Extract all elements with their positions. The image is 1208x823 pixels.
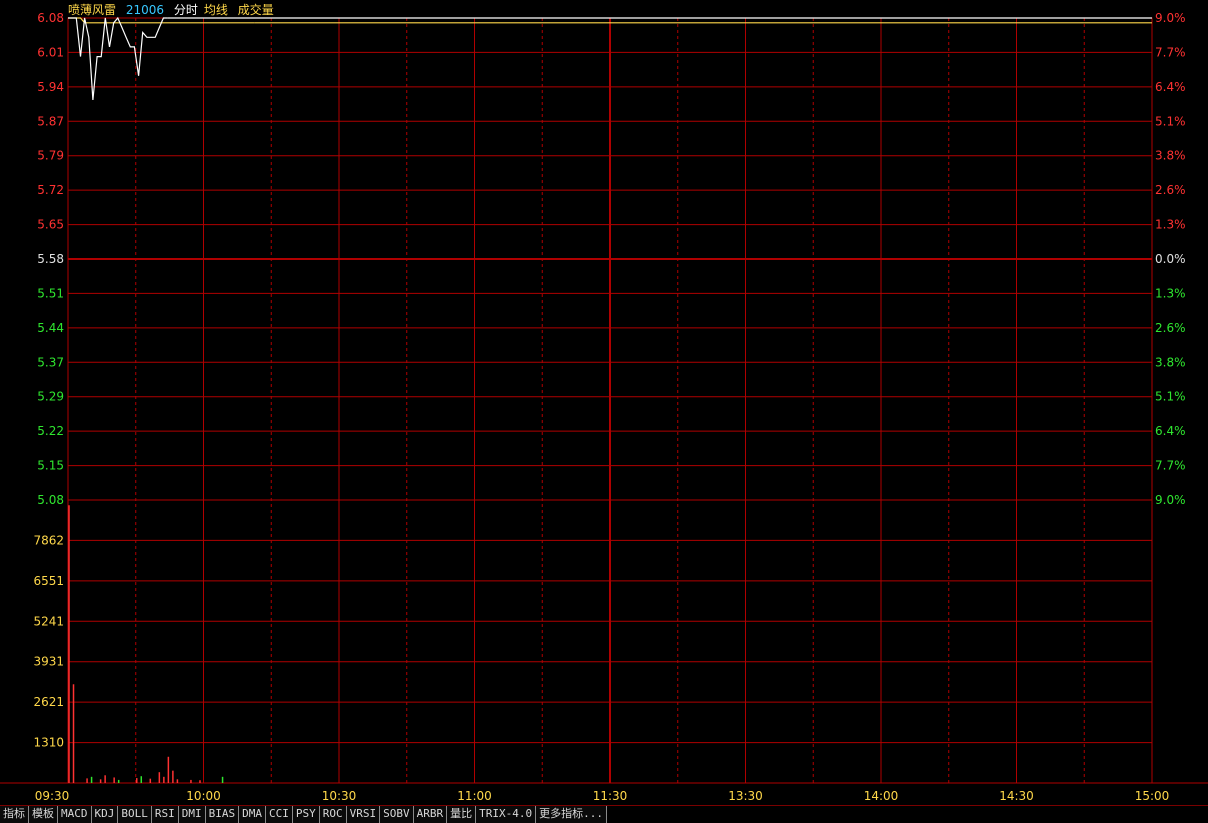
indicator-tab[interactable]: MACD <box>58 806 92 823</box>
volume-tick-label: 3931 <box>33 655 64 669</box>
time-tick-label: 15:00 <box>1135 789 1170 803</box>
percent-tick-label: 7.7% <box>1155 459 1186 473</box>
chart-header: 喷薄风雷 21006 分时 均线 成交量 <box>68 2 280 18</box>
volume-tick-label: 5241 <box>33 614 64 628</box>
price-tick-label: 5.29 <box>37 390 64 404</box>
time-tick-label: 10:00 <box>186 789 221 803</box>
percent-tick-label: 2.6% <box>1155 321 1186 335</box>
volume-tick-label: 1310 <box>33 736 64 750</box>
price-tick-label: 5.58 <box>37 252 64 266</box>
price-tick-label: 6.01 <box>37 45 64 59</box>
percent-tick-label: 9.0% <box>1155 493 1186 507</box>
indicator-tab[interactable]: RSI <box>151 806 179 823</box>
time-tick-label: 09:30 <box>35 789 70 803</box>
percent-tick-label: 5.1% <box>1155 114 1186 128</box>
price-tick-label: 5.79 <box>37 149 64 163</box>
stock-code[interactable]: 21006 <box>126 3 164 17</box>
time-tick-label: 10:30 <box>322 789 357 803</box>
volume-label: 成交量 <box>237 3 274 17</box>
percent-tick-label: 1.3% <box>1155 218 1186 232</box>
price-tick-label: 5.51 <box>37 286 64 300</box>
indicator-tab[interactable]: BOLL <box>118 806 152 823</box>
time-tick-label: 11:30 <box>593 789 628 803</box>
price-tick-label: 5.65 <box>37 218 64 232</box>
price-axis: 6.08 6.01 5.94 5.87 5.79 5.72 5.65 5.58 5.51 5.44… <box>37 11 64 507</box>
time-tick-label: 14:30 <box>999 789 1034 803</box>
percent-tick-label: 2.6% <box>1155 183 1186 197</box>
intraday-chart[interactable]: 6.08 6.01 5.94 5.87 5.79 5.72 5.65 5.58 5.51 5.44… <box>0 0 1208 805</box>
indicator-tab[interactable]: 更多指标... <box>536 806 607 823</box>
indicator-tab-bar: 指标 模板 MACD KDJ BOLL RSI DMI BIAS DMA CCI PSY ROC VRS… <box>0 805 1208 823</box>
percent-tick-label: 3.8% <box>1155 355 1186 369</box>
volume-tick-label: 6551 <box>33 574 64 588</box>
chart-background <box>0 0 1208 805</box>
indicator-tab[interactable]: PSY <box>292 806 320 823</box>
price-tick-label: 5.37 <box>37 355 64 369</box>
indicator-tab[interactable]: 量比 <box>447 806 477 823</box>
percent-tick-label: 7.7% <box>1155 45 1186 59</box>
indicator-tab[interactable]: DMI <box>178 806 206 823</box>
percent-tick-label: 1.3% <box>1155 286 1186 300</box>
percent-tick-label: 5.1% <box>1155 390 1186 404</box>
indicator-tab[interactable]: CCI <box>266 806 293 823</box>
indicator-tab[interactable]: VRSI <box>346 806 381 823</box>
percent-tick-label: 6.4% <box>1155 80 1186 94</box>
price-tick-label: 5.44 <box>37 321 64 335</box>
percent-tick-label: 6.4% <box>1155 424 1186 438</box>
percent-tick-label: 0.0% <box>1155 252 1186 266</box>
time-tick-label: 13:30 <box>728 789 763 803</box>
price-tick-label: 5.72 <box>37 183 64 197</box>
indicator-tab[interactable]: ROC <box>319 806 347 823</box>
price-tick-label: 5.94 <box>37 80 64 94</box>
indicator-tab[interactable]: 模板 <box>29 806 58 823</box>
indicator-tab[interactable]: DMA <box>239 806 266 823</box>
stock-name[interactable]: 喷薄风雷 <box>68 3 116 17</box>
fenshi-label: 分时 <box>173 3 198 17</box>
price-tick-label: 5.22 <box>37 424 64 438</box>
percent-tick-label: 3.8% <box>1155 149 1186 163</box>
volume-tick-label: 7862 <box>33 533 64 547</box>
percent-axis: 9.0% 7.7% 6.4% 5.1% 3.8% 2.6% 1.3% 0.0% 1.3% 2.6%… <box>1155 11 1186 507</box>
indicator-tab[interactable]: ARBR <box>413 806 448 823</box>
indicator-tab[interactable]: 指标 <box>0 806 29 823</box>
price-tick-label: 6.08 <box>37 11 64 25</box>
indicator-tab[interactable]: SOBV <box>380 806 414 823</box>
percent-tick-label: 9.0% <box>1155 11 1186 25</box>
time-tick-label: 11:00 <box>457 789 492 803</box>
time-tick-label: 14:00 <box>864 789 899 803</box>
time-axis: 09:30 10:00 10:30 11:00 11:30 13:30 14:00 14:30… <box>35 789 1170 803</box>
indicator-tab[interactable]: KDJ <box>91 806 119 823</box>
avg-line-label: 均线 <box>203 3 228 17</box>
volume-tick-label: 2621 <box>33 695 64 709</box>
price-tick-label: 5.87 <box>37 114 64 128</box>
price-tick-label: 5.08 <box>37 493 64 507</box>
indicator-tab[interactable]: BIAS <box>205 806 240 823</box>
price-tick-label: 5.15 <box>37 459 64 473</box>
indicator-tab[interactable]: TRIX-4.0 <box>476 806 537 823</box>
